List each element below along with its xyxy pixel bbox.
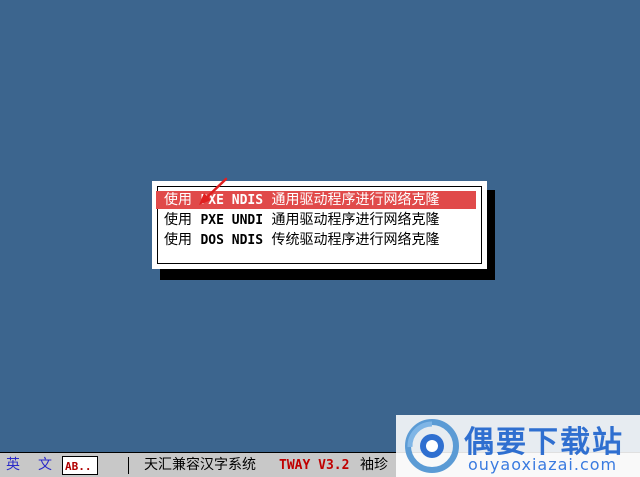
red-arrow-icon [199, 177, 228, 205]
menu-item-keyword: PXE UNDI [200, 213, 264, 228]
input-method-label: 袖珍 [360, 457, 388, 473]
menu-item-suffix: 通用驱动程序进行网络克隆 [263, 212, 440, 228]
watermark-logo-icon [405, 419, 459, 473]
version-label: TWAY V3.2 [279, 458, 350, 473]
language-indicator-2[interactable]: 文 [38, 456, 52, 475]
status-divider [128, 457, 129, 474]
language-indicator-1[interactable]: 英 [6, 456, 20, 475]
menu-item-prefix: 使用 [164, 212, 201, 228]
menu-item-dos-ndis[interactable]: 使用 DOS NDIS 传统驱动程序进行网络克隆 [156, 231, 476, 249]
watermark: 偶要下载站 ouyaoxiazai.com [396, 415, 640, 477]
input-mode-indicator[interactable]: AB.. [62, 456, 98, 475]
menu-item-prefix: 使用 [164, 192, 201, 208]
system-name-label: 天汇兼容汉字系统 [144, 457, 256, 473]
menu-item-suffix: 通用驱动程序进行网络克隆 [263, 192, 440, 208]
menu-item-keyword: DOS NDIS [200, 233, 264, 248]
menu-item-pxe-undi[interactable]: 使用 PXE UNDI 通用驱动程序进行网络克隆 [156, 211, 476, 229]
menu-item-prefix: 使用 [164, 232, 201, 248]
menu-item-suffix: 传统驱动程序进行网络克隆 [263, 232, 440, 248]
watermark-url: ouyaoxiazai.com [468, 455, 618, 474]
